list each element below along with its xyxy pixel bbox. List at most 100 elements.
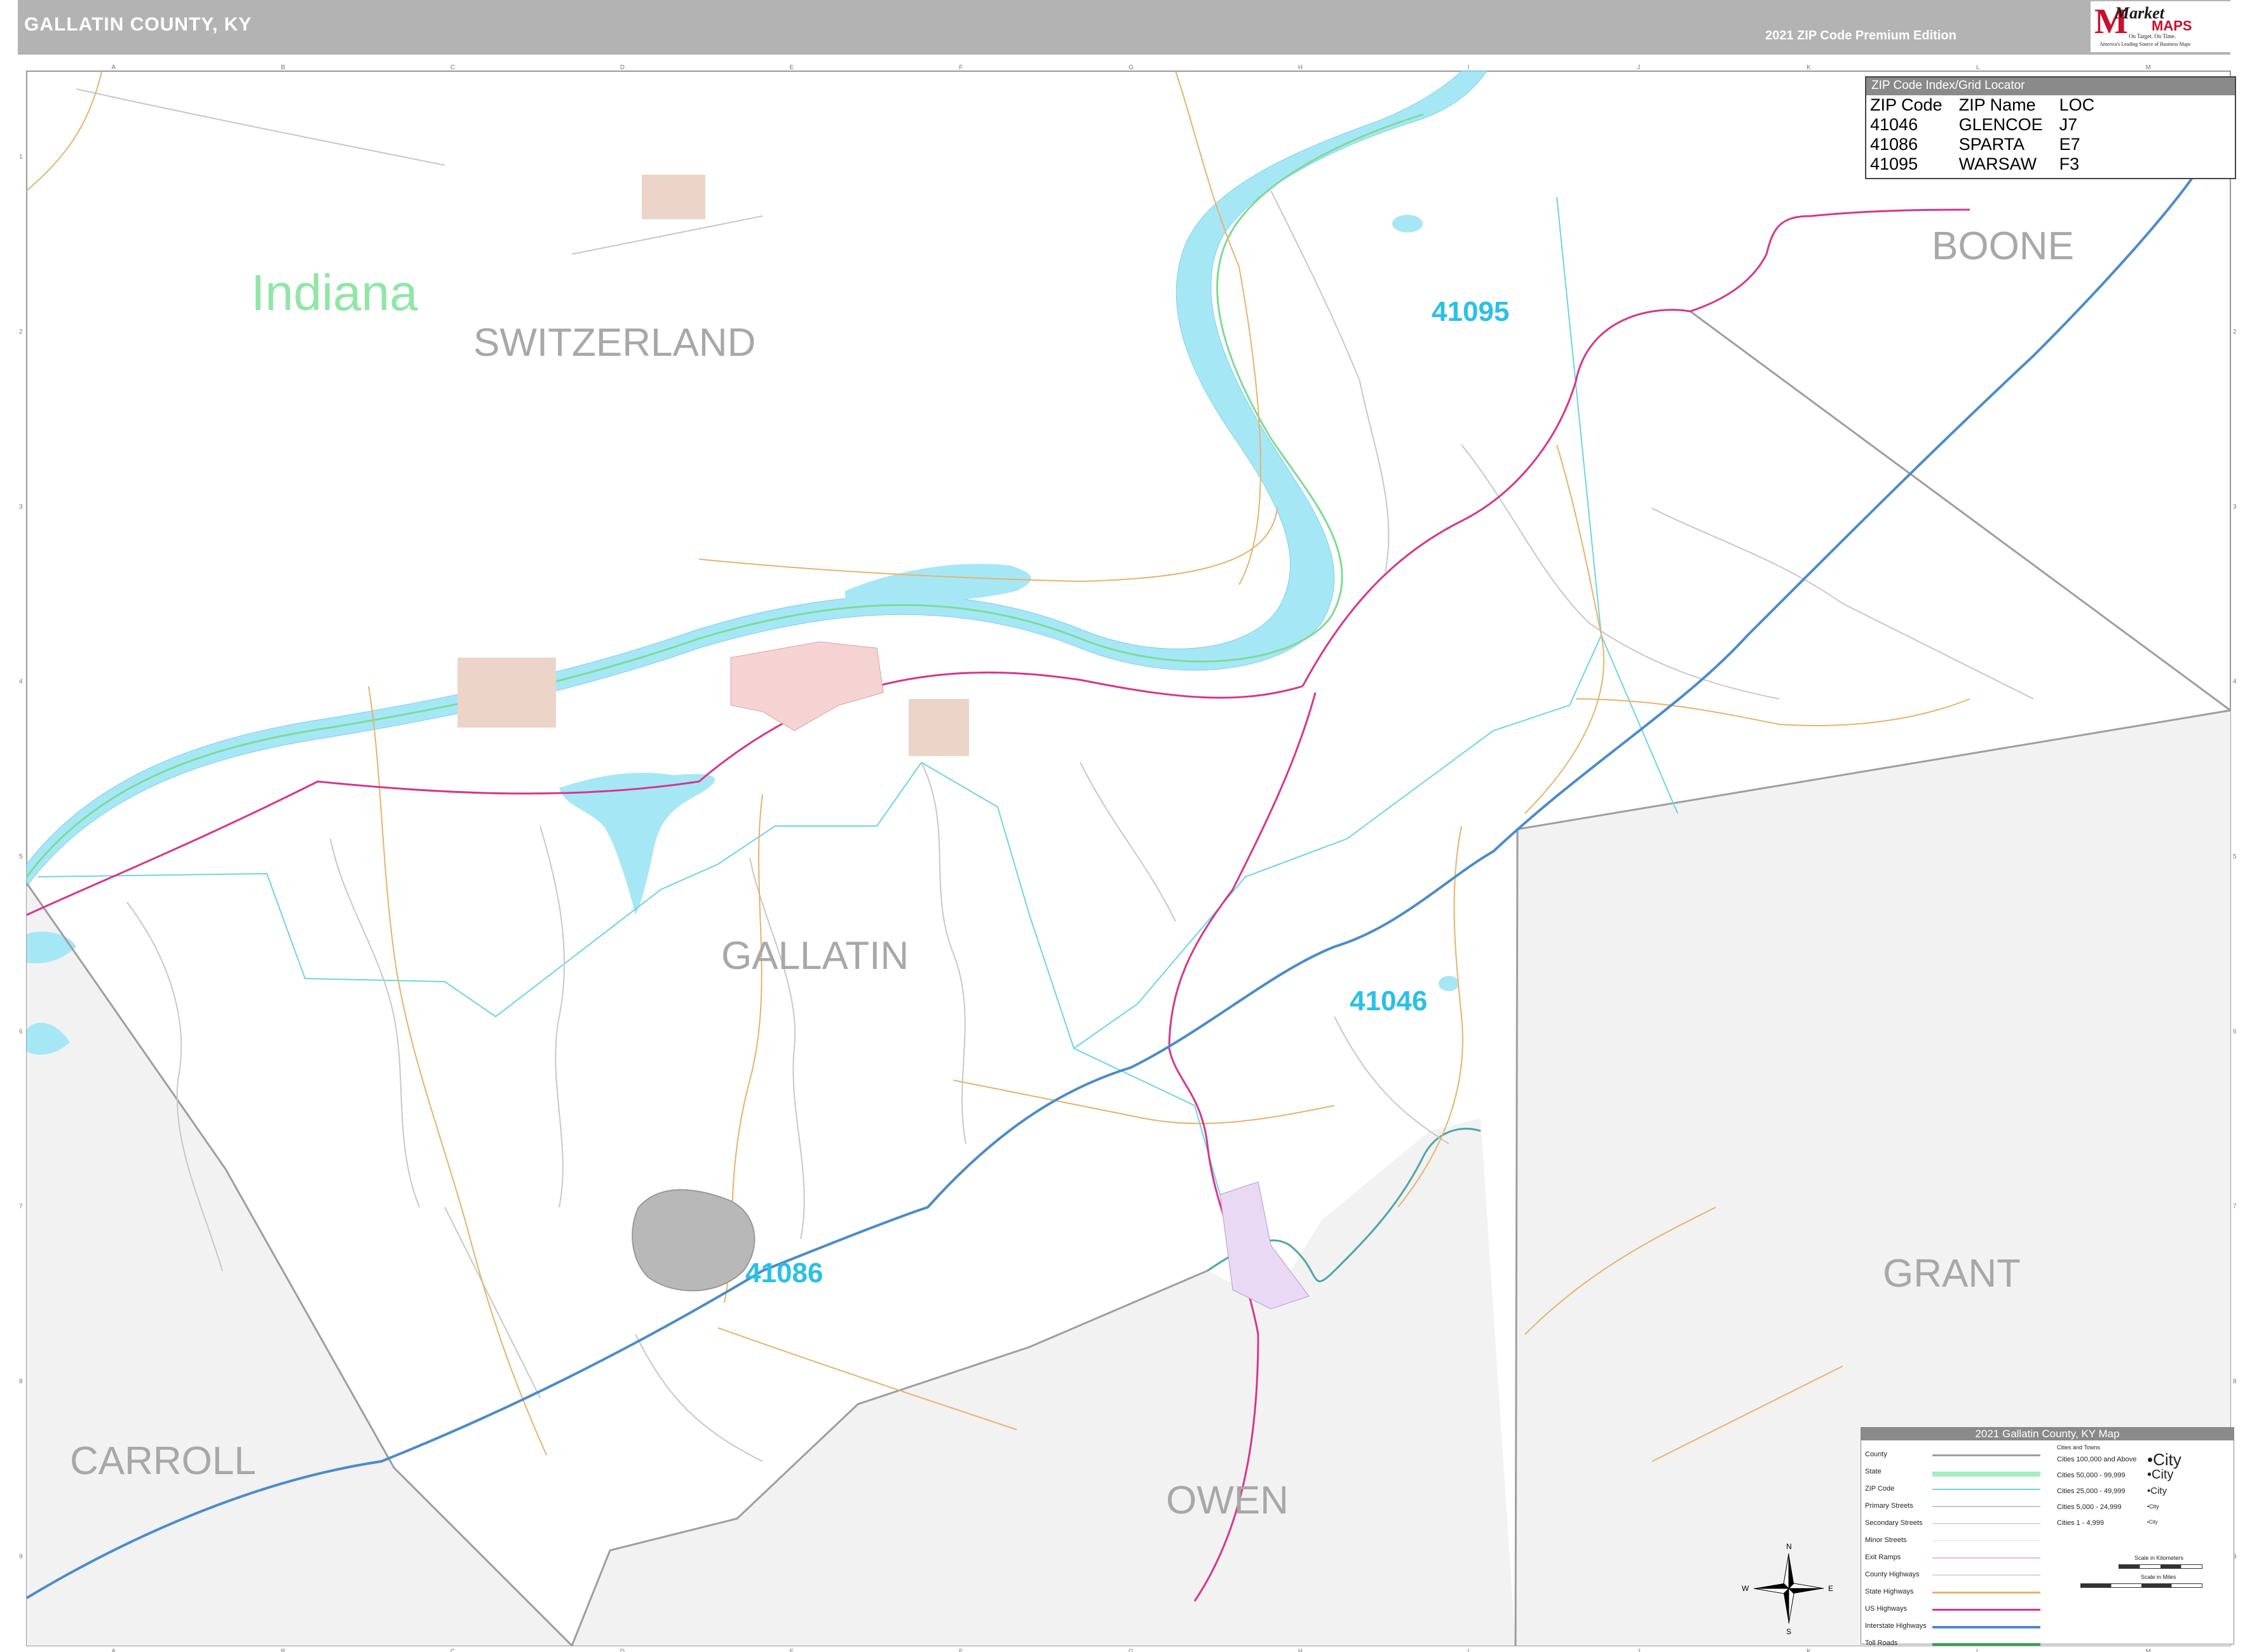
grid-row-label: 7 [19, 1203, 23, 1210]
zip-index-header-row: ZIP Code ZIP Name LOC [1870, 95, 2111, 115]
grid-row-label: 7 [2233, 1203, 2237, 1210]
kentucky-speedway [632, 1189, 756, 1292]
grid-column-label: E [789, 1648, 794, 1652]
golf-club-1 [458, 658, 556, 728]
zip-label-41046: 41046 [1350, 985, 1427, 1017]
table-row: 41095 WARSAW F3 [1870, 154, 2111, 174]
county-label-gallatin: GALLATIN [721, 934, 909, 978]
grid-column-label: F [959, 64, 963, 71]
grid-row-label: 2 [2233, 328, 2237, 335]
grid-column-label: J [1637, 64, 1640, 71]
legend-item-symbol [1932, 1506, 2040, 1507]
county-label-grant: GRANT [1883, 1252, 2021, 1296]
grid-row-label: 1 [19, 154, 23, 161]
map-legend: 2021 Gallatin County, KY Map County State… [1861, 1427, 2234, 1647]
county-label-owen: OWEN [1166, 1479, 1289, 1522]
golf-club-3 [642, 175, 705, 219]
grid-row-label: 5 [2233, 853, 2237, 860]
grid-column-label: J [1637, 1648, 1640, 1652]
zip-label-41086: 41086 [745, 1257, 823, 1289]
name-col-header: ZIP Name [1958, 95, 2036, 114]
grid-row-label: 2 [19, 328, 23, 335]
grid-column-label: I [1468, 64, 1470, 71]
legend-city-class: Cities 50,000 - 99,999 [2057, 1472, 2126, 1479]
legend-city-class: Cities 5,000 - 24,999 [2057, 1503, 2122, 1511]
county-label-boone: BOONE [1932, 224, 2074, 268]
grid-column-label: K [1807, 1648, 1811, 1652]
grid-row-label: 4 [19, 679, 23, 686]
legend-item-label: Interstate Highways [1865, 1622, 1927, 1630]
county-label-switzerland: SWITZERLAND [473, 321, 756, 365]
legend-city-sample: •City [2147, 1485, 2167, 1496]
grid-row-label: 5 [19, 853, 23, 860]
grid-column-label: B [281, 64, 285, 71]
pond-east [1439, 976, 1459, 991]
zip-cell: 41095 [1870, 154, 1918, 173]
grid-column-label: H [1298, 1648, 1303, 1652]
legend-item-symbol [1932, 1592, 2040, 1594]
legend-city-sample: •City [2147, 1450, 2181, 1469]
grid-row-label: 8 [19, 1378, 23, 1385]
table-row: 41046 GLENCOE J7 [1870, 115, 2111, 135]
legend-item-symbol [1932, 1454, 2040, 1456]
grid-row-label: 9 [19, 1553, 23, 1560]
scale-km-label: Scale in Kilometers [2134, 1555, 2184, 1561]
loc-col-header: LOC [2059, 95, 2095, 114]
legend-item-label: US Highways [1865, 1605, 1908, 1613]
zip-name-cell: WARSAW [1958, 154, 2037, 173]
legend-item-symbol [1932, 1489, 2040, 1490]
grid-column-label: B [281, 1648, 285, 1652]
grid-column-label: L [1976, 64, 1980, 71]
grid-column-label: M [2146, 1648, 2151, 1652]
grid-row-label: 3 [2233, 503, 2237, 510]
grid-column-label: C [451, 64, 455, 71]
grid-row-label: 4 [2233, 679, 2237, 686]
table-row: 41086 SPARTA E7 [1870, 135, 2111, 154]
compass-e: E [1828, 1584, 1833, 1593]
legend-item-symbol [1932, 1472, 2040, 1477]
legend-item-symbol [1932, 1574, 2040, 1576]
legend-item-symbol [1932, 1609, 2040, 1611]
zip-code-index: ZIP Code Index/Grid Locator ZIP Code ZIP… [1865, 76, 2236, 179]
legend-item-label: Secondary Streets [1865, 1519, 1923, 1527]
pond-north [1392, 215, 1423, 233]
legend-item-symbol [1932, 1643, 2040, 1646]
legend-city-sample: •City [2147, 1468, 2174, 1482]
zip-index-table: ZIP Code ZIP Name LOC 41046 GLENCOE J7 4… [1870, 95, 2111, 174]
grid-column-label: H [1298, 64, 1303, 71]
grid-row-label: 8 [2233, 1378, 2237, 1385]
compass-w: W [1742, 1584, 1749, 1593]
grid-column-label: A [111, 1648, 116, 1652]
scale-mi-label: Scale in Miles [2141, 1574, 2176, 1580]
legend-item-label: Exit Ramps [1865, 1554, 1901, 1561]
scale-km-bar [2119, 1564, 2202, 1569]
legend-city-sample: •City [2147, 1503, 2159, 1510]
legend-item-label: State Highways [1865, 1588, 1914, 1595]
zip-loc-cell: J7 [2059, 115, 2078, 134]
grid-column-label: F [959, 1648, 963, 1652]
grid-column-label: M [2146, 64, 2151, 71]
zip-name-cell: GLENCOE [1958, 115, 2043, 134]
grid-column-label: A [111, 64, 116, 71]
legend-city-sample: •City [2147, 1519, 2158, 1525]
grid-row-label: 6 [19, 1028, 23, 1035]
county-label-carroll: CARROLL [70, 1439, 256, 1483]
legend-item-symbol [1932, 1626, 2040, 1628]
grid-column-label: L [1976, 1648, 1980, 1652]
legend-item-label: State [1865, 1468, 1882, 1475]
legend-item-label: Toll Roads [1865, 1639, 1898, 1647]
compass-n: N [1786, 1542, 1792, 1551]
legend-item-label: County [1865, 1451, 1887, 1458]
legend-title: 2021 Gallatin County, KY Map [1861, 1428, 2234, 1440]
legend-city-class: Cities 100,000 and Above [2057, 1456, 2137, 1463]
legend-item-symbol [1932, 1523, 2040, 1524]
grid-column-label: C [451, 1648, 455, 1652]
legend-city-class: Cities 25,000 - 49,999 [2057, 1487, 2126, 1495]
legend-city-class: Cities 1 - 4,999 [2057, 1519, 2104, 1527]
grid-column-label: D [620, 64, 625, 71]
scale-mi-bar [2080, 1583, 2202, 1588]
zip-index-title: ZIP Code Index/Grid Locator [1866, 78, 2235, 95]
zip-label-41095: 41095 [1432, 296, 1509, 327]
county-map[interactable]: N S E W Indiana SWITZERLAND BOONE GALLAT… [0, 0, 2245, 1652]
compass-s: S [1786, 1627, 1791, 1636]
